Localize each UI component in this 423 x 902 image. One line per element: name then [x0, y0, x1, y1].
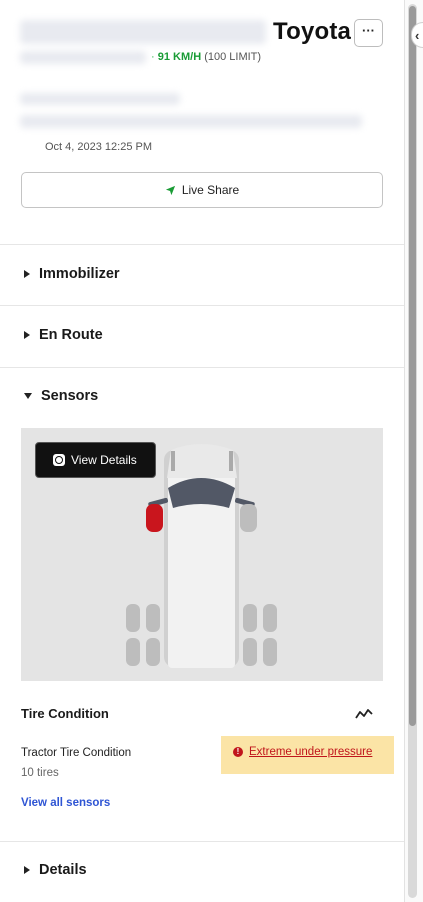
divider — [0, 305, 404, 306]
vehicle-detail-panel: Toyota ··· · 91 KM/H (100 LIMIT) Oct 4, … — [0, 0, 405, 902]
redacted-vehicle-subtitle — [20, 51, 146, 64]
search-icon — [53, 454, 65, 466]
tire-alert-badge[interactable]: ! Extreme under pressure — [221, 736, 394, 774]
vehicle-make: Toyota — [273, 18, 352, 45]
caret-right-icon — [24, 866, 30, 874]
redacted-address-line — [20, 115, 362, 128]
location-timestamp: Oct 4, 2023 12:25 PM — [45, 141, 153, 153]
section-en-route-label: En Route — [39, 327, 103, 343]
caret-down-icon — [24, 393, 32, 399]
trend-chart-icon[interactable] — [355, 707, 373, 721]
tire-condition-title: Tire Condition — [21, 706, 109, 721]
speed-readout: · 91 KM/H (100 LIMIT) — [151, 51, 261, 63]
section-details[interactable]: Details — [24, 862, 87, 878]
caret-right-icon — [24, 270, 30, 278]
live-share-button[interactable]: Live Share — [21, 172, 383, 208]
more-options-button[interactable]: ··· — [354, 19, 383, 47]
view-details-label: View Details — [71, 453, 137, 467]
section-immobilizer[interactable]: Immobilizer — [24, 266, 120, 282]
caret-right-icon — [24, 331, 30, 339]
scrollbar-thumb[interactable] — [409, 6, 416, 726]
section-en-route[interactable]: En Route — [24, 327, 103, 343]
chevron-left-icon: ‹ — [415, 27, 420, 43]
redacted-location-line — [20, 93, 180, 105]
section-details-label: Details — [39, 862, 87, 878]
divider — [0, 841, 404, 842]
view-all-sensors-link[interactable]: View all sensors — [21, 797, 110, 809]
divider — [0, 244, 404, 245]
tractor-tire-condition-label: Tractor Tire Condition — [21, 747, 132, 759]
alert-message: Extreme under pressure — [249, 746, 373, 758]
error-icon: ! — [233, 747, 243, 757]
divider — [0, 367, 404, 368]
section-sensors[interactable]: Sensors — [24, 388, 98, 404]
speed-limit: (100 LIMIT) — [204, 51, 262, 63]
tire-count: 10 tires — [21, 767, 59, 779]
speed-value: 91 KM/H — [157, 51, 202, 63]
section-sensors-label: Sensors — [41, 388, 99, 404]
navigation-arrow-icon — [165, 185, 175, 195]
speed-separator: · — [151, 51, 155, 63]
section-immobilizer-label: Immobilizer — [39, 266, 120, 282]
live-share-label: Live Share — [181, 183, 240, 197]
redacted-vehicle-name — [20, 20, 266, 44]
view-details-button[interactable]: View Details — [35, 442, 156, 478]
